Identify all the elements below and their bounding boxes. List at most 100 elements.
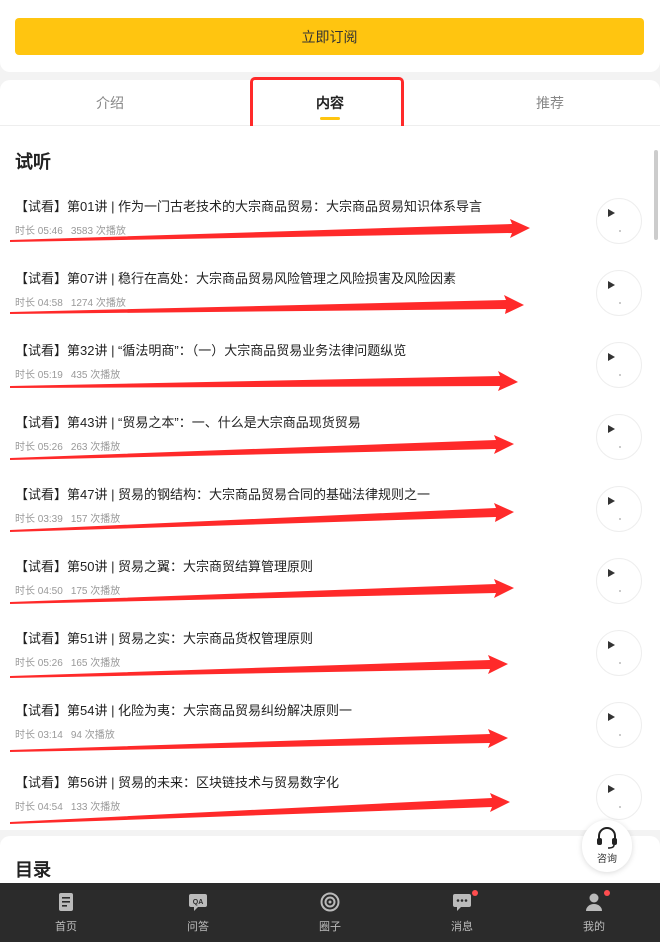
lesson-duration: 时长 03:14: [15, 730, 63, 741]
play-icon: [608, 281, 615, 289]
play-dot: [619, 230, 621, 232]
lesson-item[interactable]: 【试看】第43讲 | “贸易之本”：一、什么是大宗商品现货贸易 时长 05:26…: [0, 412, 660, 484]
lesson-title: 【试看】第32讲 | “循法明商”：（一）大宗商品贸易业务法律问题纵览: [15, 343, 407, 358]
play-dot: [619, 302, 621, 304]
lesson-plays: 435 次播放: [70, 370, 121, 381]
nav-mine-label: 我的: [583, 920, 605, 933]
lesson-plays: 165 次播放: [70, 658, 121, 669]
play-dot: [619, 446, 621, 448]
lesson-plays: 1274 次播放: [70, 298, 126, 309]
lesson-item[interactable]: 【试看】第56讲 | 贸易的未来：区块链技术与贸易数字化 时长 04:54 133…: [0, 772, 660, 844]
user-icon: [584, 889, 610, 912]
play-dot: [619, 806, 621, 808]
lesson-duration: 时长 04:58: [15, 298, 63, 309]
trial-section-title: 试听: [15, 152, 51, 172]
lesson-duration: 时长 05:46: [15, 226, 63, 237]
tab-content-label: 内容: [316, 95, 344, 111]
play-button[interactable]: [596, 774, 642, 820]
lesson-duration: 时长 05:26: [15, 442, 63, 453]
play-button[interactable]: [596, 630, 642, 676]
lesson-meta: 时长 04:58 1274 次播放: [15, 294, 134, 309]
lesson-meta: 时长 03:39 157 次播放: [15, 510, 128, 525]
content-panel: 试听 【试看】第01讲 | 作为一门古老技术的大宗商品贸易：大宗商品贸易知识体系…: [0, 126, 660, 830]
lesson-plays: 3583 次播放: [70, 226, 126, 237]
lesson-title: 【试看】第54讲 | 化险为夷：大宗商品贸易纠纷解决原则一: [15, 703, 353, 718]
play-icon: [608, 425, 615, 433]
lesson-plays: 263 次播放: [70, 442, 121, 453]
lesson-title: 【试看】第07讲 | 稳行在高处：大宗商品贸易风险管理之风险损害及风险因素: [15, 271, 457, 286]
lesson-duration: 时长 04:50: [15, 586, 63, 597]
lesson-item[interactable]: 【试看】第32讲 | “循法明商”：（一）大宗商品贸易业务法律问题纵览 时长 0…: [0, 340, 660, 412]
subscribe-button[interactable]: 立即订阅: [15, 18, 644, 55]
lesson-title: 【试看】第51讲 | 贸易之实：大宗商品货权管理原则: [15, 631, 314, 646]
lesson-duration: 时长 03:39: [15, 514, 63, 525]
lesson-title: 【试看】第47讲 | 贸易的钢结构：大宗商品贸易合同的基础法律规则之一: [15, 487, 431, 502]
lesson-item[interactable]: 【试看】第01讲 | 作为一门古老技术的大宗商品贸易：大宗商品贸易知识体系导言 …: [0, 196, 660, 268]
subscribe-card: 立即订阅: [0, 0, 660, 72]
nav-qa[interactable]: QA 问答: [132, 883, 264, 942]
svg-text:QA: QA: [193, 899, 204, 906]
lesson-plays: 175 次播放: [70, 586, 121, 597]
lesson-meta: 时长 03:14 94 次播放: [15, 726, 123, 741]
message-icon: [452, 889, 478, 912]
tab-recommend[interactable]: 推荐: [440, 80, 660, 126]
tab-content[interactable]: 内容: [220, 80, 440, 126]
nav-qa-label: 问答: [187, 920, 209, 933]
play-icon: [608, 353, 615, 361]
qa-icon: QA: [188, 892, 208, 912]
course-page: 立即订阅 介绍 内容 推荐 试听 【试看】第01讲 | 作为一门古老技术的大宗商…: [0, 0, 660, 942]
lesson-title: 【试看】第56讲 | 贸易的未来：区块链技术与贸易数字化: [15, 775, 340, 790]
lesson-duration: 时长 04:54: [15, 802, 63, 813]
consult-button[interactable]: 咨询: [582, 820, 632, 872]
lesson-title: 【试看】第01讲 | 作为一门古老技术的大宗商品贸易：大宗商品贸易知识体系导言: [15, 199, 483, 214]
play-button[interactable]: [596, 270, 642, 316]
tab-bar: 介绍 内容 推荐: [0, 80, 660, 126]
tab-intro[interactable]: 介绍: [0, 80, 220, 126]
play-dot: [619, 518, 621, 520]
home-doc-icon: [56, 892, 76, 912]
play-button[interactable]: [596, 558, 642, 604]
play-icon: [608, 497, 615, 505]
play-dot: [619, 590, 621, 592]
lesson-item[interactable]: 【试看】第07讲 | 稳行在高处：大宗商品贸易风险管理之风险损害及风险因素 时长…: [0, 268, 660, 340]
nav-mine[interactable]: 我的: [528, 883, 660, 942]
lesson-meta: 时长 05:19 435 次播放: [15, 366, 128, 381]
lesson-item[interactable]: 【试看】第47讲 | 贸易的钢结构：大宗商品贸易合同的基础法律规则之一 时长 0…: [0, 484, 660, 556]
play-button[interactable]: [596, 414, 642, 460]
consult-label: 咨询: [597, 854, 617, 865]
lesson-duration: 时长 05:26: [15, 658, 63, 669]
lesson-duration: 时长 05:19: [15, 370, 63, 381]
unread-dot: [604, 889, 610, 896]
lesson-plays: 157 次播放: [70, 514, 121, 525]
nav-circle-label: 圈子: [319, 920, 341, 933]
lesson-meta: 时长 04:50 175 次播放: [15, 582, 128, 597]
lesson-plays: 133 次播放: [70, 802, 121, 813]
play-icon: [608, 569, 615, 577]
bottom-nav: 首页 QA 问答 圈子 消息 我的: [0, 883, 660, 942]
active-tab-indicator: [320, 117, 340, 120]
nav-home[interactable]: 首页: [0, 883, 132, 942]
lesson-meta: 时长 05:26 165 次播放: [15, 654, 128, 669]
play-button[interactable]: [596, 198, 642, 244]
lesson-meta: 时长 04:54 133 次播放: [15, 798, 128, 813]
circle-icon: [320, 892, 340, 912]
scrollbar[interactable]: [654, 150, 658, 240]
lesson-title: 【试看】第50讲 | 贸易之翼：大宗商贸结算管理原则: [15, 559, 314, 574]
play-dot: [619, 734, 621, 736]
nav-message-label: 消息: [451, 920, 473, 933]
play-button[interactable]: [596, 342, 642, 388]
play-icon: [608, 713, 615, 721]
nav-message[interactable]: 消息: [396, 883, 528, 942]
lesson-plays: 94 次播放: [70, 730, 115, 741]
nav-circle[interactable]: 圈子: [264, 883, 396, 942]
lesson-item[interactable]: 【试看】第54讲 | 化险为夷：大宗商品贸易纠纷解决原则一 时长 03:14 94…: [0, 700, 660, 772]
catalog-section-title: 目录: [15, 860, 51, 880]
play-button[interactable]: [596, 702, 642, 748]
play-icon: [608, 785, 615, 793]
lesson-item[interactable]: 【试看】第51讲 | 贸易之实：大宗商品货权管理原则 时长 05:26 165 次…: [0, 628, 660, 700]
lesson-item[interactable]: 【试看】第50讲 | 贸易之翼：大宗商贸结算管理原则 时长 04:50 175 次…: [0, 556, 660, 628]
play-dot: [619, 662, 621, 664]
play-button[interactable]: [596, 486, 642, 532]
play-icon: [608, 209, 615, 217]
play-dot: [619, 374, 621, 376]
